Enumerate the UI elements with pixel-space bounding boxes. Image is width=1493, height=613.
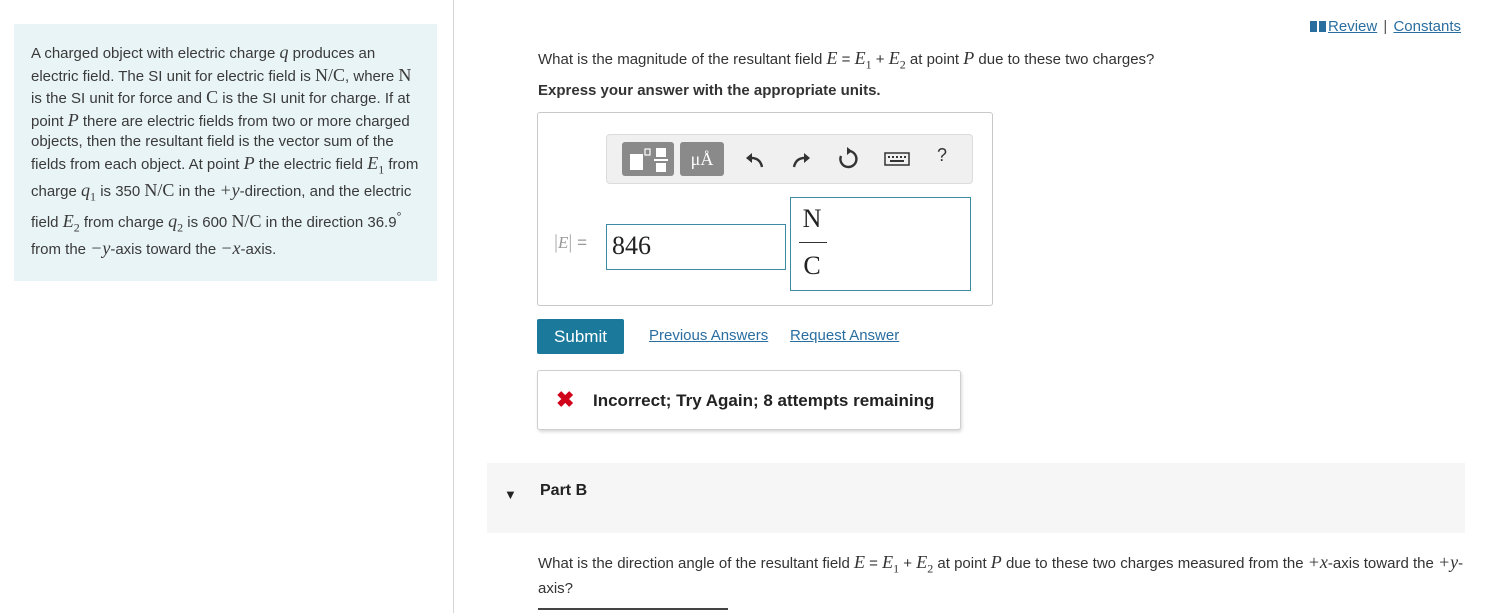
part-a-question: What is the magnitude of the resultant f… [538,48,1155,72]
incorrect-icon: ✖ [556,387,575,412]
unit-numerator: N [802,204,822,233]
feedback-box: ✖ Incorrect; Try Again; 8 attempts remai… [537,370,961,430]
answer-box: μÅ ? |E| = 846 N C [537,112,993,306]
express-instruction: Express your answer with the appropriate… [538,82,881,99]
cut-off-text [538,608,728,613]
part-b-title: Part B [540,482,588,499]
review-link[interactable]: Review [1328,18,1377,35]
redo-icon[interactable] [789,147,813,171]
problem-statement-panel: A charged object with electric charge q … [14,24,437,281]
units-button[interactable]: μÅ [680,142,724,176]
part-b-header[interactable]: ▼ Part B [487,463,1465,533]
previous-answers-link[interactable]: Previous Answers [649,327,768,344]
math-toolbar: μÅ ? [606,134,973,184]
request-answer-link[interactable]: Request Answer [790,327,899,344]
magnitude-input[interactable]: 846 [606,224,786,270]
top-links: Review | Constants [1310,18,1461,35]
submit-button[interactable]: Submit [537,319,624,354]
templates-button[interactable] [622,142,674,176]
answer-label: |E| = [554,231,588,253]
collapse-caret-icon[interactable]: ▼ [504,487,517,502]
units-input[interactable]: N C [790,197,971,291]
undo-icon[interactable] [743,147,767,171]
fraction-bar [799,242,827,243]
unit-denominator: C [803,251,821,280]
reset-icon[interactable] [836,147,860,171]
feedback-message: Incorrect; Try Again; 8 attempts remaini… [593,391,935,410]
help-button[interactable]: ? [937,145,947,166]
keyboard-icon[interactable] [884,147,910,171]
problem-text: A charged object with electric charge q … [31,42,419,258]
templates-icon [630,148,668,172]
book-icon [1310,21,1327,32]
panel-divider [453,0,454,613]
constants-link[interactable]: Constants [1393,18,1461,35]
link-separator: | [1383,18,1388,35]
part-b-question: What is the direction angle of the resul… [538,552,1464,597]
